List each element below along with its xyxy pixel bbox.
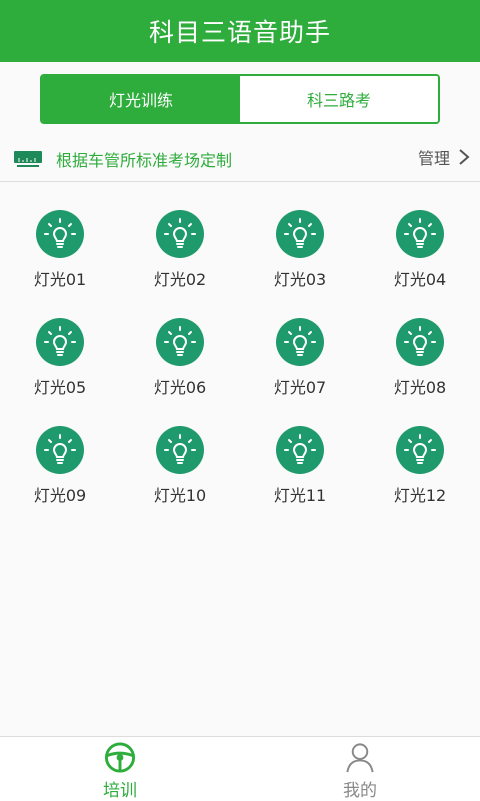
manage-label: 管理 (417, 149, 450, 168)
light-label: 灯光10 (153, 486, 207, 505)
light-label: 灯光05 (33, 378, 87, 397)
light-label: 灯光02 (153, 270, 207, 289)
bulb-circle (156, 426, 204, 474)
light-item[interactable]: 灯光12 (380, 426, 460, 510)
light-label: 灯光11 (273, 486, 327, 505)
bulb-circle (36, 426, 84, 474)
light-item[interactable]: 灯光11 (260, 426, 340, 510)
bulb-circle (156, 210, 204, 258)
light-item[interactable]: 灯光05 (20, 318, 100, 402)
light-item[interactable]: 灯光09 (20, 426, 100, 510)
bulb-circle (36, 210, 84, 258)
light-label: 灯光07 (273, 378, 327, 397)
light-label: 灯光06 (153, 378, 207, 397)
manage-link[interactable]: 管理 (418, 145, 470, 169)
lightbulb-icon (284, 326, 316, 356)
nav-mine-label: 我的 (343, 781, 377, 801)
light-label: 灯光04 (393, 270, 447, 289)
nav-training[interactable]: 培训 (60, 737, 180, 801)
bulb-circle (276, 210, 324, 258)
nav-mine[interactable]: 我的 (300, 737, 420, 801)
lightbulb-icon (164, 326, 196, 356)
light-label: 灯光09 (33, 486, 87, 505)
tab-light-training[interactable]: 灯光训练 (42, 76, 240, 122)
bulb-circle (156, 318, 204, 366)
lightbulb-icon (44, 218, 76, 248)
user-icon (346, 743, 374, 773)
light-item[interactable]: 灯光10 (140, 426, 220, 510)
bulb-circle (36, 318, 84, 366)
lightbulb-icon (404, 218, 436, 248)
app-header: 科目三语音助手 (0, 0, 480, 62)
ruler-card-icon (14, 151, 42, 167)
lightbulb-icon (404, 434, 436, 464)
lightbulb-icon (164, 434, 196, 464)
light-label: 灯光12 (393, 486, 447, 505)
info-text: 根据车管所标准考场定制 (56, 151, 233, 170)
light-label: 灯光01 (33, 270, 87, 289)
light-item[interactable]: 灯光03 (260, 210, 340, 294)
light-label: 灯光03 (273, 270, 327, 289)
light-item[interactable]: 灯光01 (20, 210, 100, 294)
bulb-circle (276, 426, 324, 474)
tab-road-test[interactable]: 科三路考 (240, 76, 438, 122)
nav-training-label: 培训 (103, 781, 137, 801)
lightbulb-icon (44, 326, 76, 356)
lightbulb-icon (404, 326, 436, 356)
light-item[interactable]: 灯光06 (140, 318, 220, 402)
chevron-right-icon (459, 149, 470, 165)
light-label: 灯光08 (393, 378, 447, 397)
light-item[interactable]: 灯光08 (380, 318, 460, 402)
mode-tabs: 灯光训练 科三路考 (40, 74, 440, 124)
bulb-circle (276, 318, 324, 366)
steering-wheel-icon (104, 742, 136, 773)
bottom-nav: 培训 我的 (0, 736, 480, 801)
bulb-circle (396, 210, 444, 258)
lightbulb-icon (44, 434, 76, 464)
light-item[interactable]: 灯光07 (260, 318, 340, 402)
lightbulb-icon (284, 434, 316, 464)
bulb-circle (396, 426, 444, 474)
light-item[interactable]: 灯光02 (140, 210, 220, 294)
light-item[interactable]: 灯光04 (380, 210, 460, 294)
lightbulb-icon (284, 218, 316, 248)
lightbulb-icon (164, 218, 196, 248)
bulb-circle (396, 318, 444, 366)
app-title: 科目三语音助手 (148, 18, 331, 47)
